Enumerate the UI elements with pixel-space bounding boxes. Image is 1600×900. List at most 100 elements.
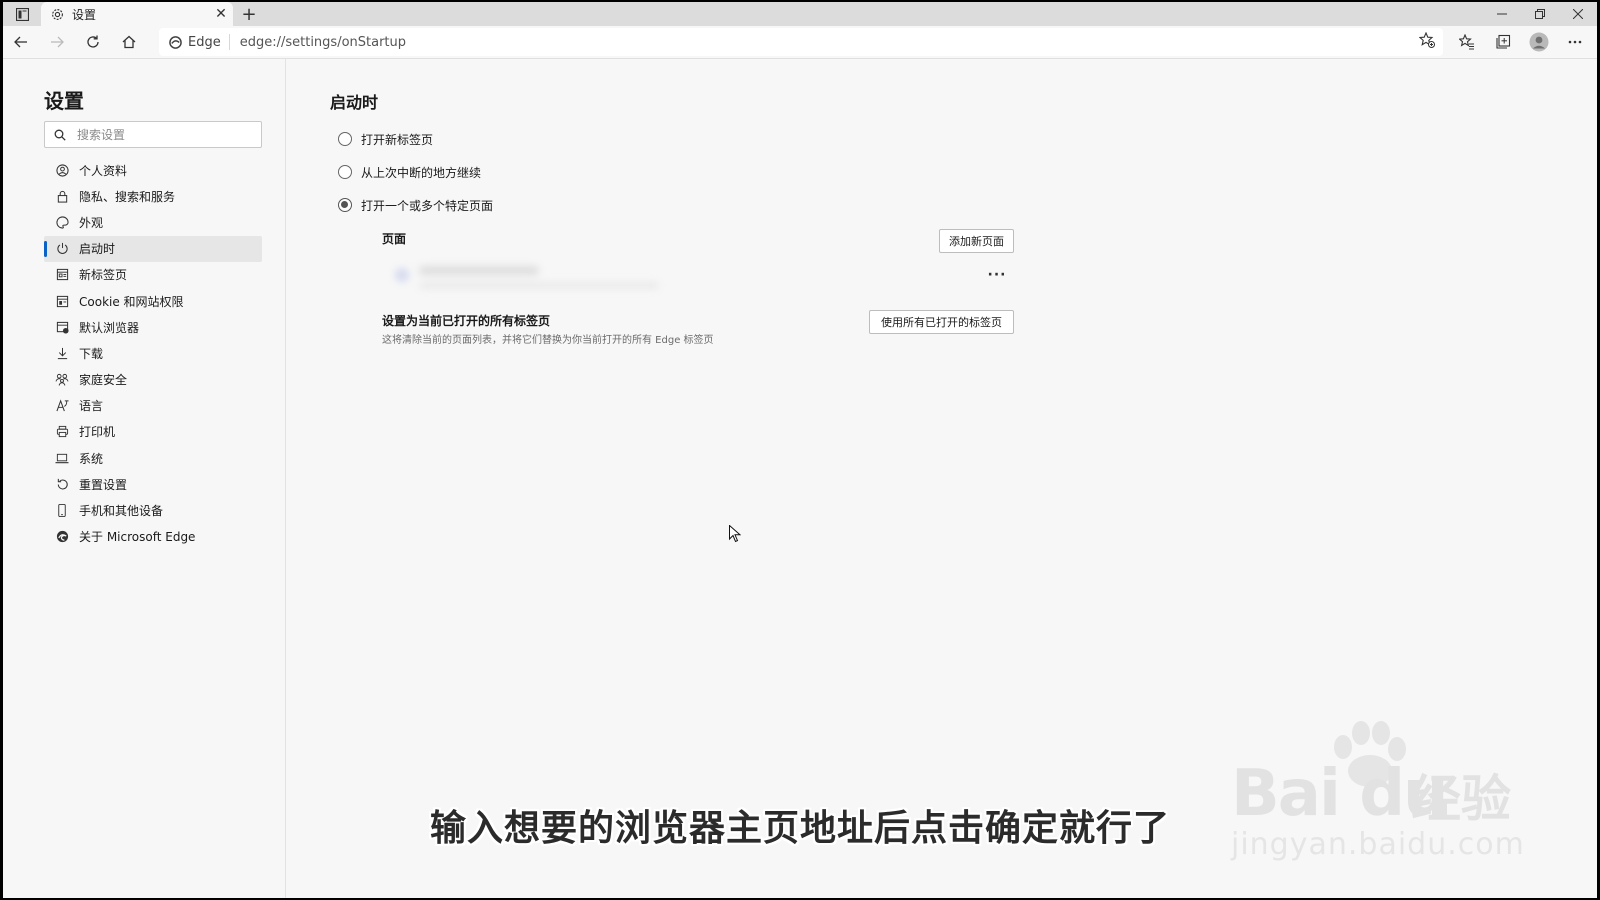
- sidebar-item-cookies[interactable]: Cookie 和网站权限: [44, 288, 262, 314]
- star-add-icon: [1418, 31, 1435, 48]
- new-tab-button[interactable]: +: [235, 2, 263, 26]
- search-input[interactable]: [75, 126, 249, 143]
- sidebar-item-profile[interactable]: 个人资料: [44, 157, 262, 183]
- system-icon: [55, 451, 69, 465]
- option-open-new-tab[interactable]: 打开新标签页: [338, 129, 433, 149]
- back-button[interactable]: [3, 26, 39, 58]
- sidebar-item-reset[interactable]: 重置设置: [44, 471, 262, 497]
- sidebar-item-about[interactable]: 关于 Microsoft Edge: [44, 524, 262, 550]
- sidebar-item-label: 新标签页: [79, 268, 128, 283]
- radio-button[interactable]: [338, 132, 352, 146]
- sidebar-title: 设置: [44, 89, 84, 113]
- address-bar[interactable]: Edge edge://settings/onStartup: [159, 28, 1443, 56]
- navigation-toolbar: Edge edge://settings/onStartup: [3, 26, 1597, 59]
- sidebar-item-label: 家庭安全: [79, 373, 128, 388]
- toolbar-right: [1449, 26, 1593, 58]
- sidebar-item-label: 启动时: [79, 242, 116, 257]
- sidebar-item-downloads[interactable]: 下载: [44, 340, 262, 366]
- option-label: 从上次中断的地方继续: [361, 165, 482, 180]
- pages-section-label: 页面: [382, 232, 407, 246]
- new-tab-icon: [55, 268, 69, 282]
- sidebar-item-appearance[interactable]: 外观: [44, 209, 262, 235]
- close-icon: [1573, 9, 1583, 19]
- sidebar-item-label: 下载: [79, 346, 104, 361]
- settings-sidebar: 设置 个人资料 隐私、搜索和服务 外观 启动时: [3, 59, 286, 898]
- sidebar-item-label: 关于 Microsoft Edge: [79, 530, 196, 545]
- sidebar-item-label: 个人资料: [79, 163, 128, 178]
- add-new-page-button[interactable]: 添加新页面: [939, 229, 1014, 253]
- sidebar-item-label: 默认浏览器: [79, 320, 140, 335]
- phone-icon: [55, 504, 69, 518]
- restore-icon: [1535, 9, 1545, 19]
- radio-button-selected[interactable]: [338, 198, 352, 212]
- edge-logo-icon: [169, 35, 182, 49]
- mouse-cursor: [729, 524, 742, 547]
- printer-icon: [55, 425, 69, 439]
- sidebar-item-system[interactable]: 系统: [44, 445, 262, 471]
- sidebar-item-privacy[interactable]: 隐私、搜索和服务: [44, 183, 262, 209]
- window-controls: [1483, 2, 1597, 26]
- tab-actions-icon: [15, 7, 29, 21]
- default-browser-icon: [55, 320, 69, 334]
- sidebar-item-label: 重置设置: [79, 477, 128, 492]
- minimize-icon: [1497, 13, 1507, 15]
- use-all-open-tabs-button[interactable]: 使用所有已打开的标签页: [869, 310, 1014, 334]
- cookie-icon: [55, 294, 69, 308]
- sidebar-item-printers[interactable]: 打印机: [44, 419, 262, 445]
- sidebar-item-default-browser[interactable]: 默认浏览器: [44, 314, 262, 340]
- sidebar-item-new-tab[interactable]: 新标签页: [44, 262, 262, 288]
- family-icon: [55, 373, 69, 387]
- restore-button[interactable]: [1521, 2, 1559, 26]
- sidebar-item-label: 语言: [79, 399, 104, 414]
- settings-menu: 个人资料 隐私、搜索和服务 外观 启动时 新标签页 Cookie 和网站权限 默…: [44, 157, 262, 550]
- option-open-specific-pages[interactable]: 打开一个或多个特定页面: [338, 195, 493, 215]
- title-bar: 设置 ✕ +: [3, 2, 1597, 26]
- video-subtitle: 输入想要的浏览器主页地址后点击确定就行了: [429, 808, 1170, 849]
- minimize-button[interactable]: [1483, 2, 1521, 26]
- page-title: 启动时: [330, 93, 379, 112]
- home-button[interactable]: [111, 26, 147, 58]
- option-label: 打开新标签页: [361, 132, 434, 147]
- option-continue-where-left[interactable]: 从上次中断的地方继续: [338, 162, 481, 182]
- tab-settings[interactable]: 设置 ✕: [41, 2, 233, 26]
- settings-search[interactable]: [44, 121, 262, 148]
- option-label: 打开一个或多个特定页面: [361, 198, 494, 213]
- page-url-blurred: [419, 282, 659, 289]
- home-icon: [122, 35, 136, 49]
- sidebar-item-languages[interactable]: 语言: [44, 393, 262, 419]
- avatar-icon: [1529, 32, 1549, 52]
- page-favicon: [395, 268, 409, 282]
- startup-page-entry: [395, 262, 665, 298]
- profile-button[interactable]: [1521, 26, 1557, 58]
- page-more-options-button[interactable]: ···: [985, 267, 1009, 283]
- arrow-right-icon: [51, 36, 64, 48]
- sidebar-item-family-safety[interactable]: 家庭安全: [44, 367, 262, 393]
- browser-window: 设置 ✕ + Edge edge://settings/onStartup 设置…: [3, 2, 1597, 898]
- set-current-tabs-description: 这将清除当前的页面列表，并将它们替换为你当前打开的所有 Edge 标签页: [382, 335, 714, 346]
- sidebar-item-label: 手机和其他设备: [79, 504, 164, 519]
- cursor-arrow-icon: [729, 524, 742, 543]
- sidebar-item-label: Cookie 和网站权限: [79, 294, 184, 309]
- power-icon: [55, 242, 69, 256]
- refresh-button[interactable]: [75, 26, 111, 58]
- site-identity[interactable]: Edge: [159, 34, 230, 50]
- favorites-button[interactable]: [1449, 26, 1485, 58]
- tab-title: 设置: [72, 7, 97, 22]
- search-icon: [45, 129, 75, 141]
- tab-actions-button[interactable]: [3, 2, 41, 26]
- sidebar-item-on-startup[interactable]: 启动时: [44, 235, 262, 262]
- url-text[interactable]: edge://settings/onStartup: [240, 35, 406, 50]
- forward-button[interactable]: [39, 26, 75, 58]
- more-menu-button[interactable]: [1557, 26, 1593, 58]
- radio-button[interactable]: [338, 165, 352, 179]
- appearance-icon: [55, 215, 69, 229]
- refresh-icon: [87, 35, 99, 48]
- sidebar-item-label: 打印机: [79, 425, 116, 440]
- collections-button[interactable]: [1485, 26, 1521, 58]
- tab-close-button[interactable]: ✕: [209, 2, 233, 26]
- close-window-button[interactable]: [1559, 2, 1597, 26]
- add-favorite-button[interactable]: [1418, 31, 1435, 52]
- sidebar-item-label: 外观: [79, 215, 104, 230]
- sidebar-item-phone-devices[interactable]: 手机和其他设备: [44, 497, 262, 523]
- profile-icon: [55, 163, 69, 177]
